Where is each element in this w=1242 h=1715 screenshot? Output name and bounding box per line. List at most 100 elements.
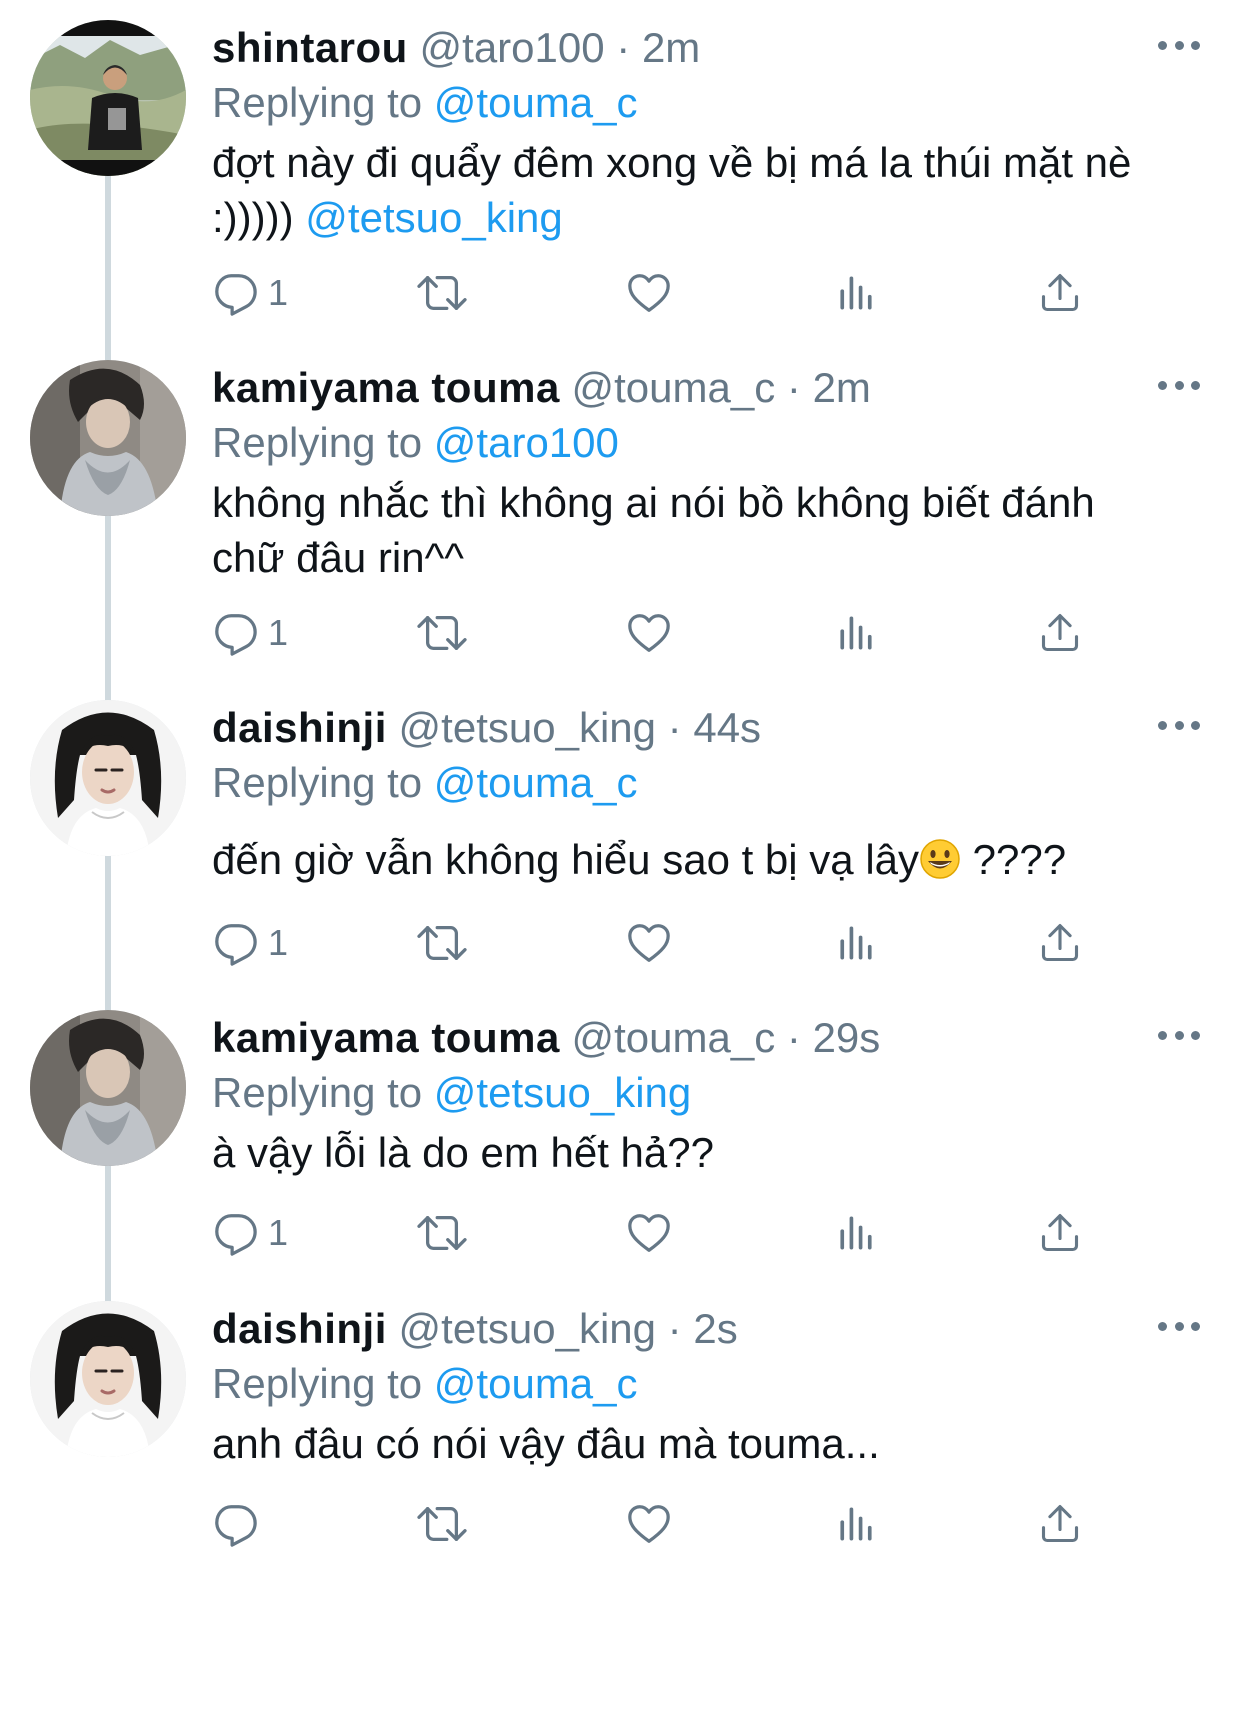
share-button[interactable] <box>1038 263 1082 323</box>
reply-icon <box>212 610 258 656</box>
display-name[interactable]: kamiyama touma <box>212 364 560 411</box>
more-icon[interactable] <box>1158 38 1200 52</box>
retweet-button[interactable] <box>416 913 468 973</box>
reply-button[interactable]: 1 <box>212 263 288 323</box>
analytics-button[interactable] <box>834 603 878 663</box>
reply-button[interactable]: 1 <box>212 1203 288 1263</box>
avatar[interactable] <box>30 20 186 176</box>
tweet-text-content: à vậy lỗi là do em hết hả?? <box>212 1129 714 1176</box>
reply-button[interactable] <box>212 1494 268 1554</box>
share-button[interactable] <box>1038 913 1082 973</box>
more-icon[interactable] <box>1158 718 1200 732</box>
retweet-button[interactable] <box>416 1494 468 1554</box>
share-button[interactable] <box>1038 1494 1082 1554</box>
avatar[interactable] <box>30 700 186 856</box>
handle[interactable]: @touma_c <box>572 364 776 411</box>
timestamp[interactable]: 2s <box>693 1305 737 1352</box>
heart-icon <box>626 1501 672 1547</box>
more-icon[interactable] <box>1158 1028 1200 1042</box>
action-bar: 1 <box>212 1203 1112 1263</box>
like-button[interactable] <box>626 913 672 973</box>
tweet-text: đợt này đi quẩy đêm xong về bị má la thú… <box>212 135 1172 245</box>
timestamp[interactable]: 2m <box>813 364 871 411</box>
analytics-icon <box>834 921 878 965</box>
tweet-header: daishinji @tetsuo_king · 2s <box>212 1299 738 1359</box>
avatar[interactable] <box>30 1301 186 1457</box>
replying-to-label: Replying to <box>212 419 423 466</box>
more-icon[interactable] <box>1158 1319 1200 1333</box>
replying-to: Replying to @tetsuo_king <box>212 1063 691 1123</box>
display-name[interactable]: daishinji <box>212 1305 387 1352</box>
analytics-button[interactable] <box>834 913 878 973</box>
like-button[interactable] <box>626 263 672 323</box>
replying-to: Replying to @taro100 <box>212 413 619 473</box>
avatar[interactable] <box>30 1010 186 1166</box>
replying-to-mention[interactable]: @touma_c <box>434 759 638 806</box>
replying-to-mention[interactable]: @touma_c <box>434 1360 638 1407</box>
separator: · <box>667 704 682 751</box>
more-icon[interactable] <box>1158 378 1200 392</box>
reply-count: 1 <box>268 922 289 963</box>
heart-icon <box>626 920 672 966</box>
tweet-header: shintarou @taro100 · 2m <box>212 18 700 78</box>
analytics-icon <box>834 271 878 315</box>
reply-icon <box>212 270 258 316</box>
separator: · <box>786 1014 801 1061</box>
avatar[interactable] <box>30 360 186 516</box>
retweet-icon <box>416 610 468 656</box>
replying-to-mention[interactable]: @taro100 <box>434 419 619 466</box>
retweet-button[interactable] <box>416 1203 468 1263</box>
display-name[interactable]: daishinji <box>212 704 387 751</box>
replying-to: Replying to @touma_c <box>212 753 638 813</box>
retweet-icon <box>416 920 468 966</box>
replying-to-mention[interactable]: @tetsuo_king <box>434 1069 691 1116</box>
retweet-button[interactable] <box>416 263 468 323</box>
display-name[interactable]: kamiyama touma <box>212 1014 560 1061</box>
action-bar <box>212 1494 1112 1554</box>
retweet-button[interactable] <box>416 603 468 663</box>
reply-button[interactable]: 1 <box>212 603 288 663</box>
tweet-text-content: không nhắc thì không ai nói bồ không biế… <box>212 479 1095 581</box>
handle[interactable]: @tetsuo_king <box>399 1305 656 1352</box>
share-button[interactable] <box>1038 603 1082 663</box>
analytics-button[interactable] <box>834 263 878 323</box>
replying-to-mention[interactable]: @touma_c <box>434 79 638 126</box>
timestamp[interactable]: 2m <box>642 24 700 71</box>
reply-count: 1 <box>268 272 289 313</box>
reply-icon <box>212 1210 258 1256</box>
share-button[interactable] <box>1038 1203 1082 1263</box>
analytics-icon <box>834 611 878 655</box>
tweet-text: à vậy lỗi là do em hết hả?? <box>212 1125 1172 1180</box>
analytics-button[interactable] <box>834 1203 878 1263</box>
handle[interactable]: @tetsuo_king <box>399 704 656 751</box>
handle[interactable]: @touma_c <box>572 1014 776 1061</box>
tweet-text-content: đến giờ vẫn không hiểu sao t bị vạ lây <box>212 836 920 883</box>
separator: · <box>786 364 801 411</box>
tweet-header: kamiyama touma @touma_c · 29s <box>212 1008 880 1068</box>
separator: · <box>616 24 631 71</box>
retweet-icon <box>416 1501 468 1547</box>
tweet-text-suffix: ???? <box>961 836 1067 883</box>
tweet-text-content: anh đâu có nói vậy đâu mà touma... <box>212 1420 880 1467</box>
replying-to-label: Replying to <box>212 1360 423 1407</box>
separator: · <box>667 1305 682 1352</box>
action-bar: 1 <box>212 913 1112 973</box>
timestamp[interactable]: 44s <box>693 704 761 751</box>
like-button[interactable] <box>626 603 672 663</box>
reply-count: 1 <box>268 1212 289 1253</box>
analytics-icon <box>834 1211 878 1255</box>
reply-button[interactable]: 1 <box>212 913 288 973</box>
share-icon <box>1038 271 1082 315</box>
tweet-mention[interactable]: @tetsuo_king <box>305 194 562 241</box>
grinning-emoji-icon <box>920 839 960 879</box>
action-bar: 1 <box>212 263 1112 323</box>
replying-to: Replying to @touma_c <box>212 1354 638 1414</box>
like-button[interactable] <box>626 1494 672 1554</box>
tweet-text: không nhắc thì không ai nói bồ không biế… <box>212 475 1172 585</box>
replying-to-label: Replying to <box>212 79 423 126</box>
like-button[interactable] <box>626 1203 672 1263</box>
handle[interactable]: @taro100 <box>420 24 605 71</box>
timestamp[interactable]: 29s <box>813 1014 881 1061</box>
display-name[interactable]: shintarou <box>212 24 408 71</box>
analytics-button[interactable] <box>834 1494 878 1554</box>
